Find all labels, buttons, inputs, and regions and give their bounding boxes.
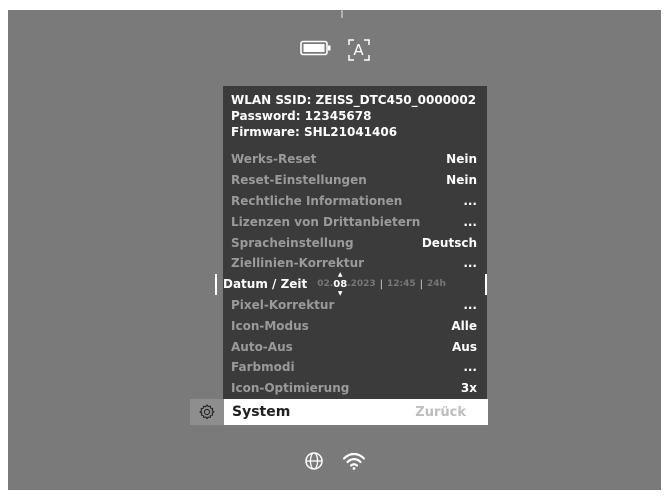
- top-marker: [341, 10, 343, 18]
- system-menu-panel: WLAN SSID: ZEISS_DTC450_0000002 Password…: [215, 86, 487, 406]
- menu-item-label: Spracheinstellung: [231, 235, 354, 250]
- divider: |: [379, 278, 383, 290]
- bottom-status-bar: [8, 451, 661, 475]
- menu-item-lizenzen[interactable]: Lizenzen von Drittanbietern ...: [223, 211, 487, 232]
- menu-item-datum-zeit[interactable]: Datum / Zeit 02. ▲ 08 ▼ .2023 | 12:45 | …: [215, 271, 487, 296]
- menu-item-value: ...: [463, 193, 477, 208]
- menu-item-label: Auto-Aus: [231, 339, 293, 354]
- gear-icon: [190, 399, 224, 425]
- page-title: System: [232, 404, 291, 420]
- menu-item-label: Reset-Einstellungen: [231, 173, 367, 188]
- menu-item-label: Werks-Reset: [231, 152, 317, 167]
- date-day[interactable]: 02.: [317, 279, 333, 289]
- menu-item-value: ...: [463, 256, 477, 271]
- status-bar: A: [8, 37, 661, 63]
- menu-item-value: Nein: [446, 173, 477, 188]
- menu-item-farbmodi[interactable]: Farbmodi ...: [223, 357, 487, 378]
- menu-item-value: Deutsch: [421, 235, 477, 250]
- wlan-ssid: WLAN SSID: ZEISS_DTC450_0000002: [231, 93, 477, 107]
- menu-item-label: Lizenzen von Drittanbietern: [231, 214, 421, 229]
- menu-item-value: Aus: [452, 339, 477, 354]
- menu-item-ziellinien-korrektur[interactable]: Ziellinien-Korrektur ...: [223, 253, 487, 274]
- time-value[interactable]: 12:45: [387, 279, 416, 289]
- wifi-icon: [342, 451, 366, 475]
- menu-item-label: Datum / Zeit: [223, 277, 308, 292]
- menu-list: Werks-Reset Nein Reset-Einstellungen Nei…: [215, 149, 487, 399]
- menu-item-value: ...: [463, 214, 477, 229]
- menu-item-pixel-korrektur[interactable]: Pixel-Korrektur ...: [223, 295, 487, 316]
- menu-item-label: Icon-Modus: [231, 318, 309, 333]
- time-format[interactable]: 24h: [427, 279, 446, 289]
- menu-item-label: Icon-Optimierung: [231, 381, 350, 396]
- menu-item-label: Pixel-Korrektur: [231, 297, 335, 312]
- auto-mode-icon: A: [347, 39, 370, 61]
- menu-item-label: Ziellinien-Korrektur: [231, 256, 365, 271]
- system-title-area: System Zurück: [224, 399, 488, 425]
- date-month-spinner[interactable]: ▲ 08 ▼: [333, 271, 348, 296]
- wlan-password: Password: 12345678: [231, 109, 372, 123]
- date-year[interactable]: .2023: [347, 279, 375, 289]
- menu-item-value: 3x: [460, 381, 477, 396]
- device-info: WLAN SSID: ZEISS_DTC450_0000002 Password…: [223, 86, 487, 140]
- globe-icon: [304, 451, 324, 475]
- device-screen: A WLAN SSID: ZEISS_DTC450_0000002 Passwo…: [8, 10, 661, 490]
- date-month: 08: [333, 278, 348, 290]
- menu-item-label: Rechtliche Informationen: [231, 193, 403, 208]
- divider: |: [419, 278, 424, 290]
- menu-item-value: Alle: [451, 318, 477, 333]
- menu-item-werks-reset[interactable]: Werks-Reset Nein: [223, 149, 487, 170]
- system-header-bar: System Zurück: [190, 399, 488, 425]
- menu-item-value: ...: [463, 360, 477, 375]
- menu-item-value: Nein: [446, 152, 477, 167]
- auto-mode-letter: A: [353, 41, 364, 59]
- firmware-version: Firmware: SHL21041406: [231, 125, 398, 139]
- menu-item-auto-aus[interactable]: Auto-Aus Aus: [223, 336, 487, 357]
- menu-item-icon-optimierung[interactable]: Icon-Optimierung 3x: [223, 378, 487, 399]
- menu-item-icon-modus[interactable]: Icon-Modus Alle: [223, 315, 487, 336]
- back-button[interactable]: Zurück: [415, 405, 466, 420]
- battery-icon: [299, 40, 332, 60]
- menu-item-rechtliche-informationen[interactable]: Rechtliche Informationen ...: [223, 191, 487, 212]
- spinner-down-icon[interactable]: ▼: [338, 290, 343, 297]
- menu-item-value: ...: [463, 297, 477, 312]
- menu-item-label: Farbmodi: [231, 360, 295, 375]
- spinner-up-icon[interactable]: ▲: [338, 271, 343, 278]
- menu-item-reset-einstellungen[interactable]: Reset-Einstellungen Nein: [223, 170, 487, 191]
- menu-item-spracheinstellung[interactable]: Spracheinstellung Deutsch: [223, 232, 487, 253]
